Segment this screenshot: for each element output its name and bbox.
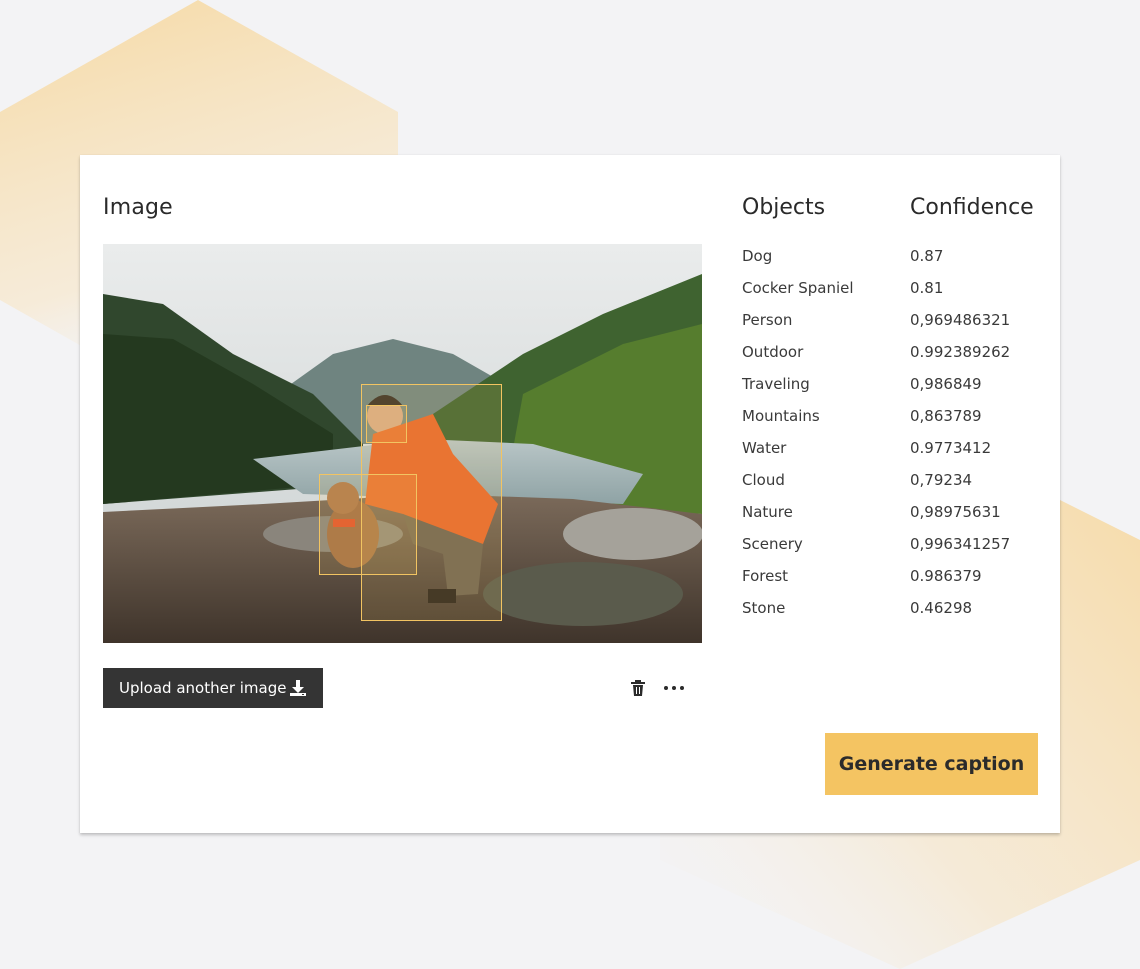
objects-column-header: Objects xyxy=(742,195,826,220)
object-name: Cocker Spaniel xyxy=(742,279,854,297)
confidence-value: 0.46298 xyxy=(910,599,973,617)
table-row: Water 0.9773412 xyxy=(742,437,1042,469)
table-row: Dog 0.87 xyxy=(742,245,1042,277)
bbox-dog[interactable] xyxy=(319,474,417,575)
table-row: Person 0,969486321 xyxy=(742,309,1042,341)
analyzed-photo xyxy=(103,244,702,643)
object-name: Water xyxy=(742,439,787,457)
confidence-value: 0.992389262 xyxy=(910,343,1011,361)
confidence-value: 0,996341257 xyxy=(910,535,1011,553)
object-name: Nature xyxy=(742,503,793,521)
confidence-column-header: Confidence xyxy=(910,195,1034,220)
table-row: Scenery 0,996341257 xyxy=(742,533,1042,565)
bbox-face[interactable] xyxy=(366,405,407,443)
confidence-value: 0.9773412 xyxy=(910,439,992,457)
image-section-title: Image xyxy=(103,195,173,220)
table-row: Forest 0.986379 xyxy=(742,565,1042,597)
table-row: Mountains 0,863789 xyxy=(742,405,1042,437)
object-name: Traveling xyxy=(742,375,810,393)
confidence-value: 0.87 xyxy=(910,247,944,265)
object-name: Stone xyxy=(742,599,786,617)
object-name: Dog xyxy=(742,247,773,265)
confidence-value: 0,863789 xyxy=(910,407,982,425)
table-row: Stone 0.46298 xyxy=(742,597,1042,629)
table-row: Cloud 0,79234 xyxy=(742,469,1042,501)
object-name: Forest xyxy=(742,567,789,585)
table-row: Nature 0,98975631 xyxy=(742,501,1042,533)
object-name: Person xyxy=(742,311,793,329)
confidence-value: 0.986379 xyxy=(910,567,982,585)
confidence-value: 0.81 xyxy=(910,279,944,297)
upload-button-label: Upload another image xyxy=(119,679,287,697)
object-name: Cloud xyxy=(742,471,785,489)
confidence-value: 0,986849 xyxy=(910,375,982,393)
results-table: Dog 0.87 Cocker Spaniel 0.81 Person 0,96948… xyxy=(742,245,1042,629)
table-row: Cocker Spaniel 0.81 xyxy=(742,277,1042,309)
trash-icon[interactable] xyxy=(626,677,650,699)
object-name: Mountains xyxy=(742,407,820,425)
image-analysis-card: Image Upload another image Objects Confi… xyxy=(80,155,1060,833)
confidence-value: 0,98975631 xyxy=(910,503,1001,521)
generate-caption-button[interactable]: Generate caption xyxy=(825,733,1038,795)
table-row: Traveling 0,986849 xyxy=(742,373,1042,405)
download-icon xyxy=(289,679,307,697)
table-row: Outdoor 0.992389262 xyxy=(742,341,1042,373)
object-name: Outdoor xyxy=(742,343,804,361)
confidence-value: 0,969486321 xyxy=(910,311,1011,329)
more-horizontal-icon[interactable] xyxy=(662,677,686,699)
upload-another-image-button[interactable]: Upload another image xyxy=(103,668,323,708)
object-name: Scenery xyxy=(742,535,803,553)
confidence-value: 0,79234 xyxy=(910,471,973,489)
